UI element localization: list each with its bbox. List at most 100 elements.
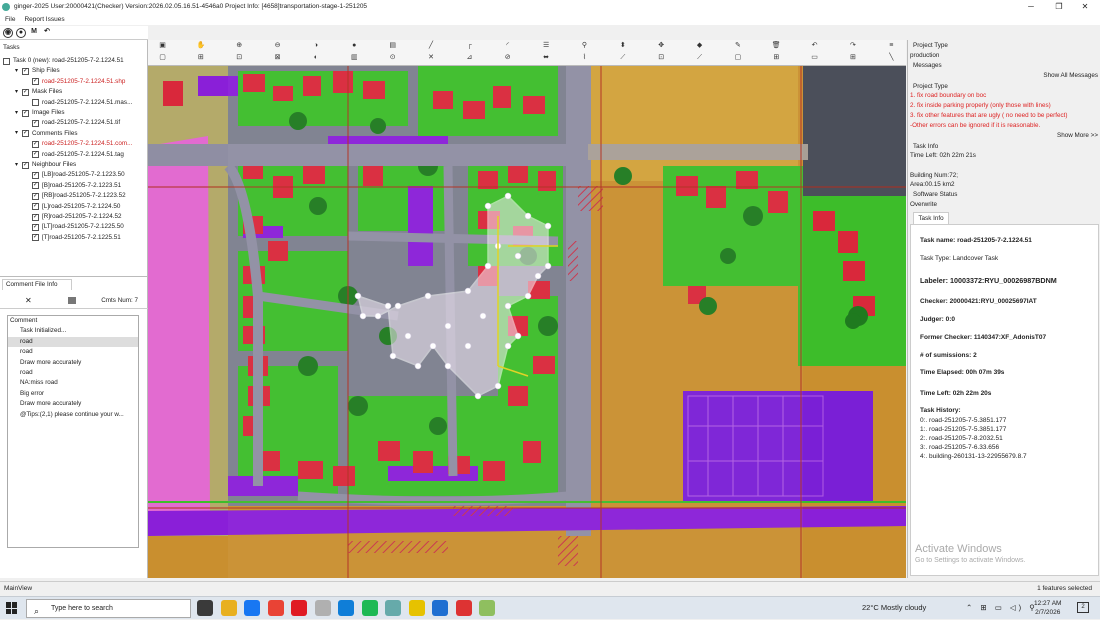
taskbar-app-icon[interactable]	[244, 600, 260, 616]
taskbar-app-icon[interactable]	[220, 600, 237, 616]
tree-checkbox[interactable]: ✓	[22, 130, 29, 138]
comment-item[interactable]: NA:miss road	[8, 378, 138, 388]
tree-node[interactable]: ✓ [LB]road-251205-7-2.1223.50	[23, 170, 125, 180]
tool-icon[interactable]: ▭	[810, 53, 819, 62]
tree-node[interactable]: ✓ road-251205-7-2.1224.51.com...	[23, 139, 132, 149]
expand-toggle-icon[interactable]	[23, 182, 30, 189]
tool-icon[interactable]: ≡	[887, 41, 896, 50]
tool-icon[interactable]: ⬌	[542, 53, 551, 62]
taskbar-app-icon[interactable]	[385, 600, 401, 616]
notification-icon[interactable]: 2	[1077, 602, 1089, 613]
tree-node[interactable]: ✓ [RB]road-251205-7-2.1223.52	[23, 191, 126, 201]
tool-icon[interactable]: ✎	[733, 41, 742, 50]
comment-item[interactable]: Big error	[8, 389, 138, 399]
tab-task-info[interactable]: Task Info	[913, 212, 949, 224]
tool-icon[interactable]: ⊡	[657, 53, 666, 62]
taskbar-app-icon[interactable]	[267, 600, 284, 616]
system-tray-icons[interactable]: ⌃ ⊞ ▭ ◁) ⚲	[966, 603, 1038, 612]
tool-icon[interactable]: ⬍	[618, 41, 627, 50]
tool-icon[interactable]: ⊞	[848, 53, 857, 62]
maximize-button[interactable]: ❐	[1046, 0, 1072, 13]
tree-node[interactable]: ▾ ✓ Ship Files	[13, 66, 60, 76]
clock[interactable]: 12:27 AM 2/7/2026	[1034, 599, 1061, 617]
expand-toggle-icon[interactable]	[23, 234, 30, 241]
tab-comment-file-info[interactable]: Comment File Info	[2, 279, 72, 290]
expand-toggle-icon[interactable]	[23, 120, 30, 127]
tool-icon[interactable]: ◜	[503, 41, 512, 50]
taskbar-search-input[interactable]: ⌕ Type here to search	[26, 599, 191, 618]
tool-icon[interactable]: ⊖	[273, 41, 282, 50]
tool-icon[interactable]: ✥	[657, 41, 666, 50]
map-view[interactable]	[148, 66, 906, 578]
expand-toggle-icon[interactable]	[23, 224, 30, 231]
tool-icon[interactable]: ▢	[733, 53, 742, 62]
taskbar-app-icon[interactable]	[314, 600, 331, 616]
tree-node[interactable]: road-251205-7-2.1224.51.mas...	[23, 98, 132, 108]
mode-icon[interactable]: M	[29, 28, 39, 38]
tree-checkbox[interactable]: ✓	[32, 78, 39, 86]
tool-icon[interactable]: ╲	[887, 53, 896, 62]
comment-item[interactable]: Draw more accurately	[8, 358, 138, 368]
tree-node[interactable]: ✓ [L]road-251205-7-2.1224.50	[23, 202, 120, 212]
tree-node[interactable]: ✓ road-251205-7-2.1224.51.tag	[23, 150, 124, 160]
tree-node[interactable]: Task 0 (new): road-251205-7-2.1224.51	[3, 56, 124, 66]
tree-node[interactable]: ✓ [B]road-251205-7-2.1223.51	[23, 181, 121, 191]
tree-checkbox[interactable]: ✓	[32, 119, 39, 127]
tree-checkbox[interactable]: ✓	[22, 88, 29, 96]
stop-icon[interactable]: ●	[16, 27, 26, 38]
tool-icon[interactable]: ▥	[350, 53, 359, 62]
expand-toggle-icon[interactable]: ▾	[13, 130, 20, 137]
tree-node[interactable]: ✓ road-251205-7-2.1224.51.tif	[23, 118, 120, 128]
taskbar-app-icon[interactable]	[338, 600, 354, 616]
comment-item[interactable]: road	[8, 347, 138, 357]
tool-icon[interactable]: 🗑	[772, 41, 781, 50]
expand-toggle-icon[interactable]	[23, 214, 30, 221]
tool-icon[interactable]: ◑	[311, 41, 320, 50]
menu-file[interactable]: File	[5, 16, 15, 23]
tree-checkbox[interactable]: ✓	[32, 171, 39, 179]
map-canvas[interactable]	[148, 66, 906, 578]
tool-icon[interactable]: ⟋	[695, 53, 704, 62]
tree-checkbox[interactable]: ✓	[32, 151, 39, 159]
tree-checkbox[interactable]: ✓	[32, 203, 39, 211]
tree-node[interactable]: ✓ [T]road-251205-7-2.1225.51	[23, 233, 121, 243]
tool-icon[interactable]: ╱	[427, 41, 436, 50]
tree-checkbox[interactable]	[32, 99, 39, 107]
weather-widget[interactable]: 22°C Mostly cloudy	[862, 603, 926, 612]
tree-checkbox[interactable]: ✓	[32, 192, 39, 200]
tool-icon[interactable]: ⊞	[772, 53, 781, 62]
tool-icon[interactable]: ⊘	[503, 53, 512, 62]
tree-node[interactable]: ▾ ✓ Mask Files	[13, 87, 62, 97]
taskbar-app-icon[interactable]	[432, 600, 448, 616]
tool-icon[interactable]: ⚲	[580, 41, 589, 50]
save-icon[interactable]	[68, 297, 76, 304]
tree-checkbox[interactable]: ✓	[32, 223, 39, 231]
taskbar-app-icon[interactable]	[291, 600, 307, 616]
expand-toggle-icon[interactable]	[23, 193, 30, 200]
tool-icon[interactable]: ┌	[465, 41, 474, 50]
tree-checkbox[interactable]: ✓	[32, 140, 39, 148]
tree-checkbox[interactable]	[3, 57, 10, 65]
tool-icon[interactable]: ⌇	[580, 53, 589, 62]
tool-icon[interactable]: ⊿	[465, 53, 474, 62]
taskbar-app-icon[interactable]	[361, 600, 378, 616]
comment-item[interactable]: road	[8, 336, 138, 348]
tree-checkbox[interactable]: ✓	[32, 213, 39, 221]
tool-icon[interactable]: ●	[350, 41, 359, 50]
tree-checkbox[interactable]: ✓	[32, 182, 39, 190]
tool-icon[interactable]: ▢	[158, 53, 167, 62]
tool-icon[interactable]: ↶	[810, 41, 819, 50]
tool-icon[interactable]: ✋	[196, 41, 206, 50]
tree-node[interactable]: ▾ ✓ Image Files	[13, 108, 65, 118]
expand-toggle-icon[interactable]: ▾	[13, 162, 20, 169]
taskbar-app-icon[interactable]	[197, 600, 213, 616]
delete-comment-icon[interactable]: ✕	[25, 296, 32, 305]
expand-toggle-icon[interactable]	[23, 151, 30, 158]
tree-node[interactable]: ✓ [LT]road-251205-7-2.1225.50	[23, 222, 124, 232]
expand-toggle-icon[interactable]	[23, 203, 30, 210]
minimize-button[interactable]: ─	[1018, 0, 1044, 13]
tree-checkbox[interactable]: ✓	[22, 109, 29, 117]
tool-icon[interactable]: ▤	[388, 41, 397, 50]
expand-toggle-icon[interactable]: ▾	[13, 68, 20, 75]
record-icon[interactable]: ◉	[3, 27, 13, 38]
